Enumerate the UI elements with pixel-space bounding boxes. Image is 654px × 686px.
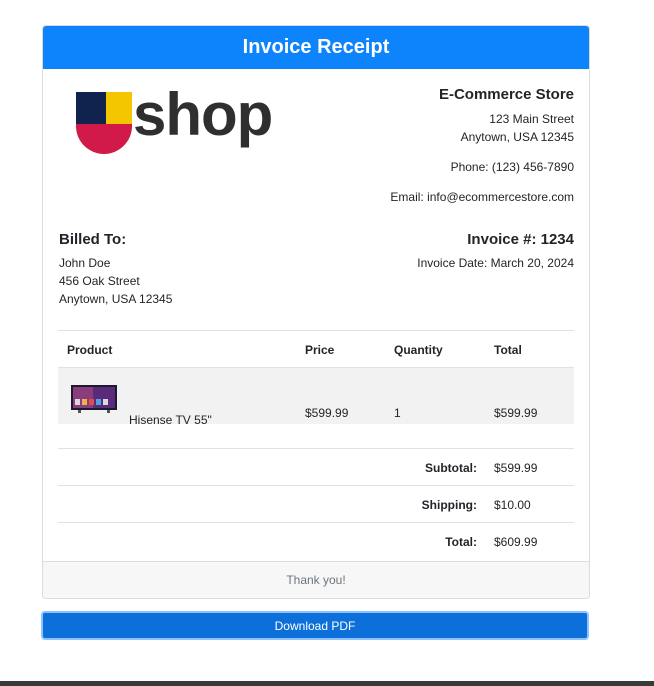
customer-city: Anytown, USA 12345 bbox=[59, 292, 173, 306]
subtotal-label: Subtotal: bbox=[425, 461, 477, 475]
subtotal-value: $599.99 bbox=[494, 461, 538, 475]
store-name: E-Commerce Store bbox=[438, 86, 574, 103]
download-pdf-button[interactable]: Download PDF bbox=[41, 611, 589, 640]
customer-street: 456 Oak Street bbox=[59, 274, 140, 288]
tv-thumbnail-icon bbox=[71, 385, 117, 413]
card-footer: Thank you! bbox=[43, 561, 589, 598]
invoice-number: Invoice #: 1234 bbox=[467, 231, 574, 248]
invoice-card: Invoice Receipt shop E-Commerce Store 12… bbox=[42, 25, 590, 599]
product-name: Hisense TV 55" bbox=[129, 413, 212, 427]
product-quantity: 1 bbox=[394, 406, 401, 420]
col-header-total: Total bbox=[494, 343, 522, 357]
invoice-title: Invoice Receipt bbox=[242, 36, 390, 58]
customer-name: John Doe bbox=[59, 256, 111, 270]
billed-to-title: Billed To: bbox=[59, 231, 127, 248]
table-divider bbox=[58, 522, 574, 523]
invoice-header: Invoice Receipt bbox=[43, 26, 589, 69]
shipping-value: $10.00 bbox=[494, 498, 531, 512]
store-street: 123 Main Street bbox=[489, 112, 574, 126]
shop-logo: shop bbox=[76, 81, 286, 156]
table-divider bbox=[58, 330, 574, 331]
invoice-date: Invoice Date: March 20, 2024 bbox=[417, 256, 574, 270]
table-divider bbox=[58, 485, 574, 486]
table-divider bbox=[58, 448, 574, 449]
product-total: $599.99 bbox=[494, 406, 538, 420]
col-header-product: Product bbox=[67, 343, 113, 357]
total-value: $609.99 bbox=[494, 535, 538, 549]
store-email: Email: info@ecommercestore.com bbox=[390, 190, 574, 204]
shipping-label: Shipping: bbox=[421, 498, 477, 512]
logo-text: shop bbox=[133, 81, 273, 148]
col-header-quantity: Quantity bbox=[394, 343, 443, 357]
product-price: $599.99 bbox=[305, 406, 349, 420]
store-phone: Phone: (123) 456-7890 bbox=[450, 160, 574, 174]
col-header-price: Price bbox=[305, 343, 335, 357]
window-bottom-bar bbox=[0, 681, 654, 686]
total-label: Total: bbox=[445, 535, 477, 549]
thank-you-text: Thank you! bbox=[286, 573, 346, 587]
store-city: Anytown, USA 12345 bbox=[460, 130, 574, 144]
